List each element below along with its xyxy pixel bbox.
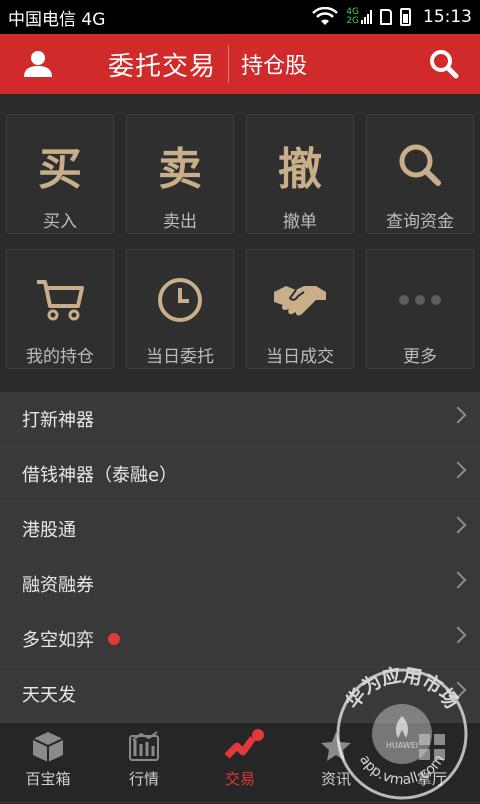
more-tile[interactable]: 更多 — [366, 249, 474, 369]
today-orders-label: 当日委托 — [146, 347, 214, 367]
search-icon — [430, 50, 459, 79]
cancel-order-label: 撤单 — [283, 212, 317, 232]
sell-glyph: 卖 — [158, 144, 202, 195]
app-header: 委托交易 持仓股 — [0, 34, 480, 94]
star-icon — [321, 732, 351, 761]
wifi-icon — [312, 7, 339, 25]
clock-icon — [155, 270, 205, 330]
nav-hall[interactable]: 掌厅 — [384, 723, 480, 801]
sell-tile[interactable]: 卖 卖出 — [126, 114, 234, 234]
new-badge — [108, 633, 120, 645]
list-item[interactable]: 多空如弈 — [0, 612, 480, 667]
list-item-label: 打新神器 — [22, 410, 94, 431]
function-grid: 买 买入 卖 卖出 撤 撤单 查询资金 我的持仓 当日委托 当日成交 更多 — [0, 94, 480, 392]
sim-icon — [380, 9, 392, 25]
hall-icon — [419, 734, 445, 760]
chevron-right-icon — [449, 406, 467, 424]
my-holdings-label: 我的持仓 — [26, 347, 94, 367]
chevron-right-icon — [449, 681, 467, 699]
list-item-label: 港股通 — [22, 520, 76, 541]
list-item[interactable]: 借钱神器（泰融e） — [0, 447, 480, 502]
more-dots-icon — [398, 270, 442, 330]
chevron-right-icon — [449, 571, 467, 589]
signal-icon — [361, 10, 372, 24]
nav-news[interactable]: 资讯 — [288, 723, 384, 801]
carrier-label: 中国电信 4G — [8, 9, 106, 30]
header-divider — [228, 45, 230, 83]
sell-label: 卖出 — [163, 212, 197, 232]
search-button[interactable] — [426, 46, 462, 82]
user-icon — [24, 51, 52, 77]
list-item[interactable]: 打新神器 — [0, 392, 480, 447]
list-item-label: 多空如弈 — [22, 630, 94, 651]
search-icon — [396, 135, 444, 195]
my-holdings-tile[interactable]: 我的持仓 — [6, 249, 114, 369]
nav-label: 交易 — [224, 770, 255, 788]
buy-glyph: 买 — [38, 144, 82, 195]
chevron-right-icon — [449, 461, 467, 479]
chevron-right-icon — [449, 516, 467, 534]
cart-icon — [34, 270, 86, 330]
today-deals-tile[interactable]: 当日成交 — [246, 249, 354, 369]
query-funds-label: 查询资金 — [386, 212, 454, 232]
list-item-label: 融资融券 — [22, 575, 94, 596]
holdings-tab[interactable]: 持仓股 — [241, 48, 307, 80]
nav-label: 百宝箱 — [25, 770, 71, 788]
nav-label: 资讯 — [320, 770, 351, 788]
box-icon — [32, 732, 64, 762]
user-button[interactable] — [0, 34, 76, 94]
feature-list: 打新神器 借钱神器（泰融e） 港股通 融资融券 多空如弈 天天发 — [0, 392, 480, 722]
page-title: 委托交易 — [108, 51, 217, 82]
list-item-label: 天天发 — [22, 685, 76, 706]
status-icons: 4G 2G 15:13 — [312, 7, 472, 27]
nav-label: 掌厅 — [416, 770, 447, 788]
cancel-order-tile[interactable]: 撤 撤单 — [246, 114, 354, 234]
handshake-icon — [272, 270, 328, 330]
notification-badge — [252, 729, 264, 741]
list-item-label: 借钱神器（泰融e） — [22, 465, 178, 486]
list-item[interactable]: 港股通 — [0, 502, 480, 557]
nav-toolbox[interactable]: 百宝箱 — [0, 723, 96, 801]
cancel-glyph: 撤 — [278, 144, 322, 195]
market-icon — [129, 731, 159, 761]
status-bar: 中国电信 4G 4G 2G 15:13 — [0, 0, 480, 34]
battery-icon — [400, 8, 411, 26]
list-item[interactable]: 融资融券 — [0, 557, 480, 612]
nav-label: 行情 — [128, 770, 159, 788]
today-orders-tile[interactable]: 当日委托 — [126, 249, 234, 369]
clock-time: 15:13 — [423, 7, 472, 27]
query-funds-tile[interactable]: 查询资金 — [366, 114, 474, 234]
buy-label: 买入 — [43, 212, 77, 232]
nav-market[interactable]: 行情 — [96, 723, 192, 801]
bottom-nav: 百宝箱 行情 交易 资讯 掌厅 — [0, 722, 480, 801]
list-item[interactable]: 天天发 — [0, 667, 480, 722]
buy-tile[interactable]: 买 买入 — [6, 114, 114, 234]
chevron-right-icon — [449, 626, 467, 644]
network-type: 4G 2G — [346, 8, 372, 26]
today-deals-label: 当日成交 — [266, 347, 334, 367]
nav-trade[interactable]: 交易 — [192, 723, 288, 801]
more-label: 更多 — [403, 347, 437, 367]
